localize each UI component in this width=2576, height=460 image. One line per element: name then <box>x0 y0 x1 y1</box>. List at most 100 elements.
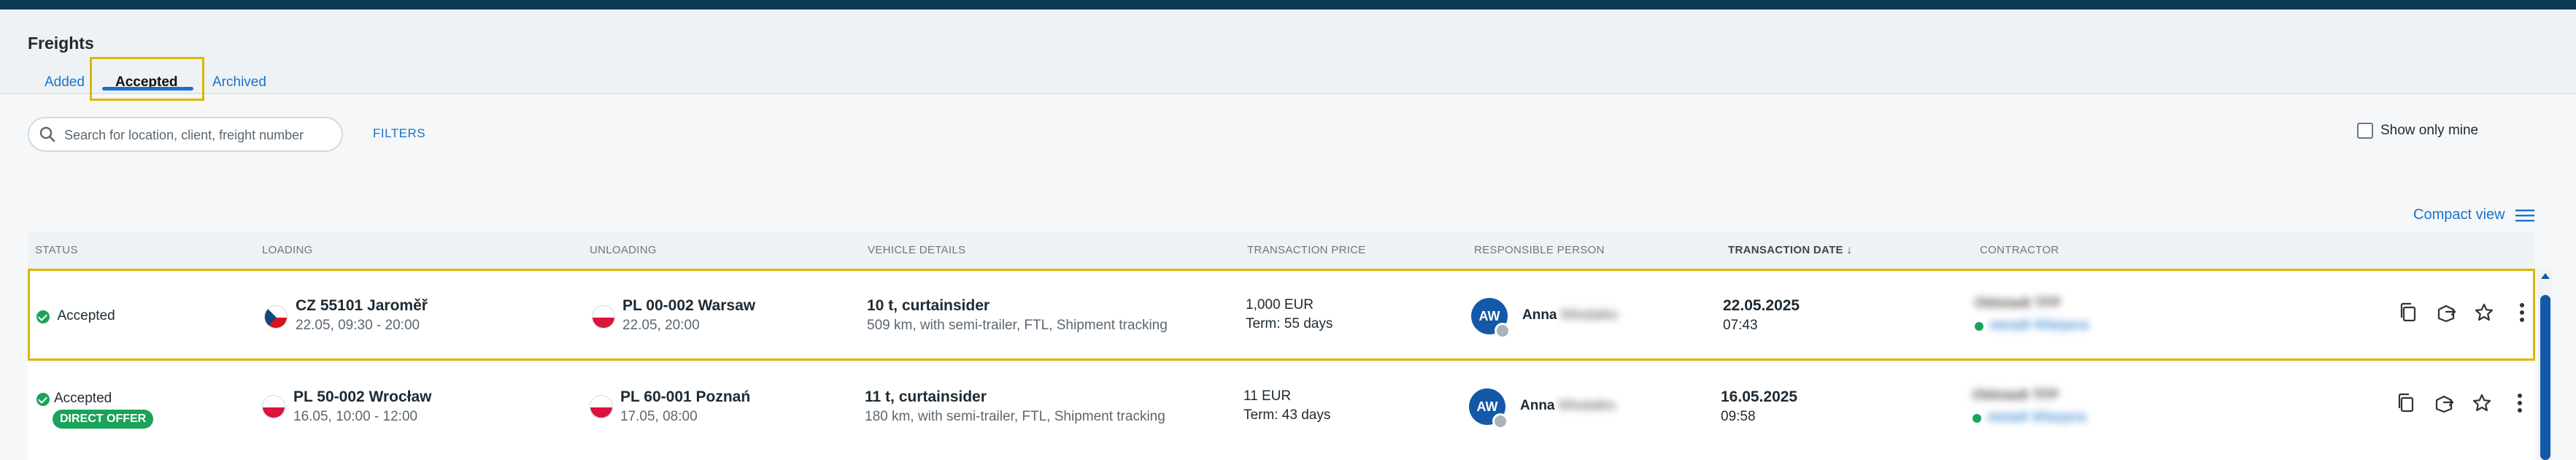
loading-cell: CZ 55101 Jaroměř 22.05, 09:30 - 20:00 <box>296 297 428 334</box>
compact-view-button[interactable]: Compact view <box>2413 207 2534 223</box>
status-text: Accepted <box>57 308 115 323</box>
vehicle-sub: 509 km, with semi-trailer, FTL, Shipment… <box>867 318 1168 333</box>
price-cell: 11 EUR Term: 43 days <box>1243 388 1330 423</box>
person-last-name: Wlodatko <box>1557 398 1616 413</box>
loading-cell: PL 50-002 Wrocław 16.05, 10:00 - 12:00 <box>293 388 431 425</box>
person-first-name: Anna <box>1522 307 1557 323</box>
person-name: Anna Wlodatko <box>1522 307 1618 323</box>
contractor-contact-line[interactable]: steiadt Wlarjana <box>1973 410 2086 426</box>
share-button[interactable] <box>2432 391 2456 415</box>
share-icon <box>2435 395 2454 413</box>
term-value: 55 days <box>1284 316 1333 331</box>
vehicle-main: 11 t, curtainsider <box>865 388 987 405</box>
share-icon <box>2437 304 2456 323</box>
more-options-button[interactable] <box>2510 300 2534 325</box>
presence-indicator <box>1492 413 1508 429</box>
show-only-mine-checkbox[interactable] <box>2357 123 2373 139</box>
person-last-name: Wlodatko <box>1559 307 1619 323</box>
contractor-contact-line[interactable]: steiadt Wlarjana <box>1975 318 2089 334</box>
online-status-icon <box>1973 413 1981 423</box>
online-status-icon <box>1975 321 1983 331</box>
contractor-contact[interactable]: steiadt Wlarjana <box>1987 410 2086 425</box>
transaction-time: 07:43 <box>1723 318 1758 333</box>
favorite-button[interactable] <box>2469 391 2494 415</box>
column-transaction-price[interactable]: TRANSACTION PRICE <box>1247 244 1366 256</box>
column-transaction-date[interactable]: TRANSACTION DATE ↓ <box>1728 244 1852 256</box>
status-cell: Accepted <box>36 308 115 324</box>
direct-offer-badge: DIRECT OFFER <box>53 410 154 429</box>
price-cell: 1,000 EUR Term: 55 days <box>1246 297 1333 332</box>
star-icon <box>2472 394 2491 412</box>
contractor-name: Oldstadt TFP <box>1975 296 2062 311</box>
status-text: Accepted <box>54 391 112 406</box>
contractor-name: Oldstadt TFP <box>1973 388 2059 403</box>
table-row[interactable]: Accepted DIRECT OFFER PL 50-002 Wrocław … <box>28 363 2535 460</box>
vehicle-cell: 10 t, curtainsider 509 km, with semi-tra… <box>867 297 1168 334</box>
person-name: Anna Wlodatko <box>1520 398 1616 414</box>
copy-icon <box>2400 302 2416 322</box>
transaction-date: 22.05.2025 <box>1723 297 1800 314</box>
czech-flag-icon <box>264 305 288 329</box>
column-loading[interactable]: LOADING <box>262 244 313 256</box>
loading-time: 16.05, 10:00 - 12:00 <box>293 409 418 424</box>
page-header: Freights Added Accepted Archived <box>0 9 2576 94</box>
list-view-icon <box>2515 209 2534 221</box>
scrollbar-thumb[interactable] <box>2540 295 2550 460</box>
top-bar <box>0 0 2576 9</box>
vehicle-cell: 11 t, curtainsider 180 km, with semi-tra… <box>865 388 1165 425</box>
vehicle-sub: 180 km, with semi-trailer, FTL, Shipment… <box>865 409 1165 424</box>
show-only-mine-toggle[interactable]: Show only mine <box>2357 120 2478 142</box>
polish-flag-icon <box>592 305 615 329</box>
check-circle-icon <box>36 392 50 406</box>
tab-added[interactable]: Added <box>45 74 85 91</box>
column-unloading[interactable]: UNLOADING <box>590 244 657 256</box>
polish-flag-icon <box>262 395 285 418</box>
check-circle-icon <box>36 310 50 323</box>
vehicle-main: 10 t, curtainsider <box>867 297 990 314</box>
search-icon <box>39 126 55 142</box>
loading-time: 22.05, 09:30 - 20:00 <box>296 318 420 333</box>
copy-button[interactable] <box>2394 391 2418 415</box>
row-actions <box>2396 300 2548 325</box>
polish-flag-icon <box>590 395 613 418</box>
more-options-button[interactable] <box>2507 391 2532 415</box>
unloading-place: PL 00-002 Warsaw <box>622 297 756 314</box>
unloading-place: PL 60-001 Poznań <box>620 388 751 405</box>
search-input[interactable] <box>63 124 336 146</box>
more-vertical-icon <box>2518 394 2522 413</box>
transaction-time: 09:58 <box>1721 409 1756 424</box>
filters-button[interactable]: FILTERS <box>373 126 425 141</box>
term-label: Term: <box>1246 316 1281 331</box>
loading-place: CZ 55101 Jaroměř <box>296 297 428 314</box>
column-contractor[interactable]: CONTRACTOR <box>1980 244 2059 256</box>
table-row[interactable]: Accepted CZ 55101 Jaroměř 22.05, 09:30 -… <box>28 269 2535 361</box>
column-responsible-person[interactable]: RESPONSIBLE PERSON <box>1474 244 1605 256</box>
page-title: Freights <box>28 34 94 53</box>
unloading-time: 17.05, 08:00 <box>620 409 698 424</box>
transaction-date: 16.05.2025 <box>1721 388 1798 405</box>
column-vehicle-details[interactable]: VEHICLE DETAILS <box>868 244 965 256</box>
status-cell: Accepted DIRECT OFFER <box>36 391 154 429</box>
column-status[interactable]: STATUS <box>35 244 78 256</box>
contractor-contact[interactable]: steiadt Wlarjana <box>1989 318 2089 333</box>
more-vertical-icon <box>2520 303 2524 322</box>
copy-icon <box>2398 393 2414 413</box>
favorite-button[interactable] <box>2472 300 2496 325</box>
row-actions <box>2394 391 2545 415</box>
avatar-initials: AW <box>1478 308 1500 323</box>
avatar-initials: AW <box>1476 399 1498 414</box>
contractor-cell: Oldstadt TFP steiadt Wlarjana <box>1975 296 2089 334</box>
tab-archived[interactable]: Archived <box>212 74 266 91</box>
term-text: Term: 55 days <box>1246 316 1333 332</box>
term-text: Term: 43 days <box>1243 407 1330 423</box>
unloading-time: 22.05, 20:00 <box>622 318 700 333</box>
unloading-cell: PL 60-001 Poznań 17.05, 08:00 <box>620 388 750 425</box>
star-icon <box>2475 303 2494 321</box>
date-cell: 22.05.2025 07:43 <box>1723 297 1800 334</box>
search-box[interactable] <box>28 117 343 152</box>
term-value: 43 days <box>1281 407 1331 423</box>
share-button[interactable] <box>2434 300 2459 325</box>
person-first-name: Anna <box>1520 398 1555 413</box>
scroll-up-arrow-icon[interactable] <box>2541 273 2550 279</box>
copy-button[interactable] <box>2396 300 2421 325</box>
